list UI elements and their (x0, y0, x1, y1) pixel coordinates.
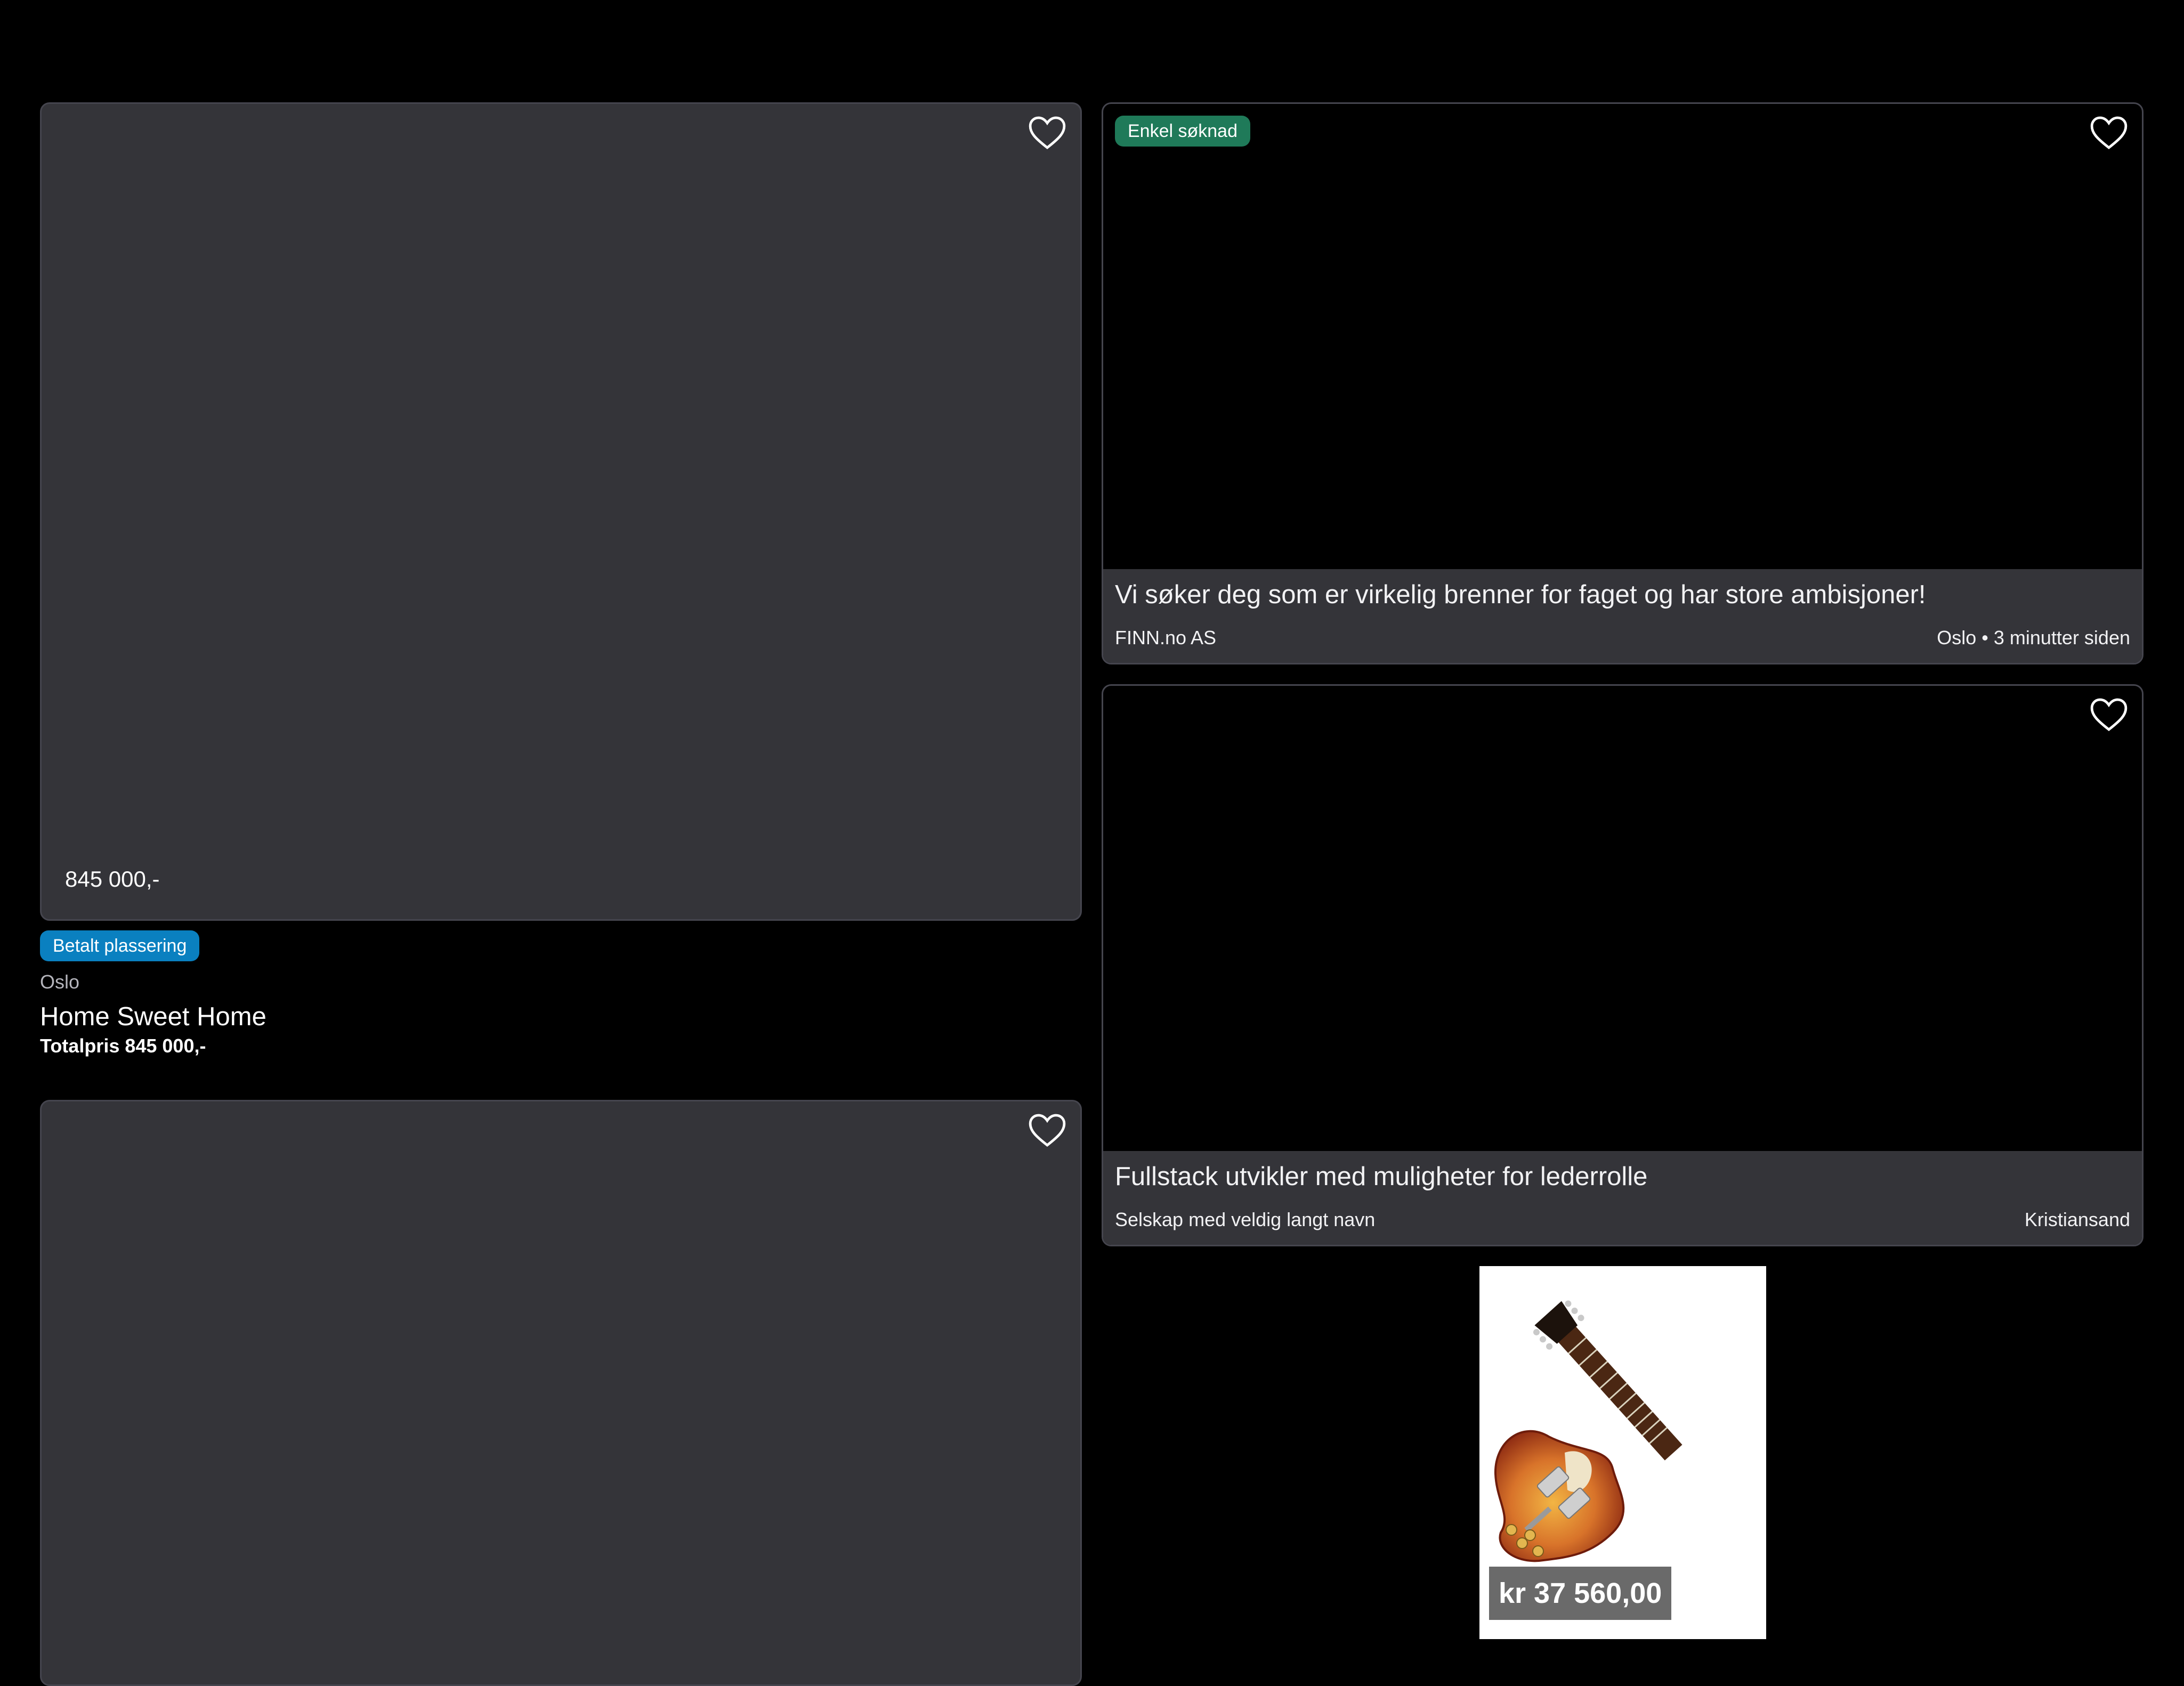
product-ad[interactable]: kr 37 560,00 (1479, 1266, 1766, 1639)
job-location-time: Oslo • 3 minutter siden (1937, 627, 2130, 649)
heart-outline-icon (2090, 698, 2128, 731)
realestate-location: Oslo (40, 971, 80, 993)
favorite-button[interactable] (1028, 1111, 1066, 1149)
job-title[interactable]: Vi søker deg som er virkelig brenner for… (1115, 580, 1926, 610)
job-card[interactable]: Enkel søknad Vi søker deg som er virkeli… (1102, 102, 2143, 664)
realestate-card-image[interactable] (40, 102, 1082, 921)
job-company: FINN.no AS (1115, 627, 1217, 649)
favorite-button[interactable] (2090, 114, 2128, 152)
guitar-image (1494, 1300, 1683, 1562)
heart-outline-icon (1029, 116, 1066, 149)
job-location: Kristiansand (2024, 1209, 2130, 1230)
realestate-total-price: Totalpris 845 000,- (40, 1035, 206, 1057)
realestate-image-price: 845 000,- (65, 866, 160, 891)
favorite-button[interactable] (1028, 114, 1066, 152)
job-card-footer: Fullstack utvikler med muligheter for le… (1103, 1151, 2142, 1245)
easy-apply-badge: Enkel søknad (1115, 116, 1250, 147)
heart-outline-icon (2090, 116, 2128, 149)
job-card[interactable]: Fullstack utvikler med muligheter for le… (1102, 684, 2143, 1246)
job-title[interactable]: Fullstack utvikler med muligheter for le… (1115, 1162, 1647, 1191)
paid-placement-badge: Betalt plassering (40, 930, 200, 961)
job-card-footer: Vi søker deg som er virkelig brenner for… (1103, 569, 2142, 663)
product-price: kr 37 560,00 (1489, 1567, 1672, 1620)
favorite-button[interactable] (2090, 695, 2128, 734)
listing-card-image[interactable] (40, 1100, 1082, 1686)
heart-outline-icon (1029, 1114, 1066, 1147)
job-company: Selskap med veldig langt navn (1115, 1209, 1376, 1230)
realestate-title[interactable]: Home Sweet Home (40, 1002, 266, 1032)
